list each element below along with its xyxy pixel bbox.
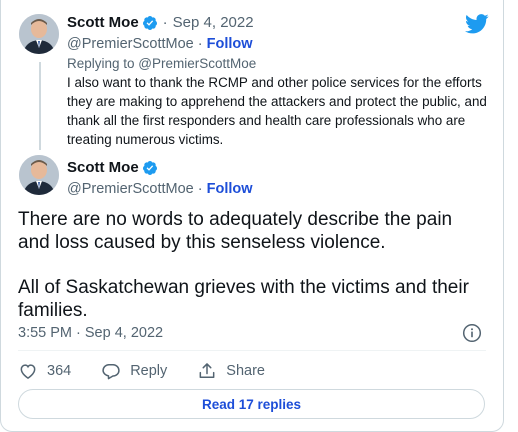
twitter-logo-icon[interactable]: [465, 14, 489, 34]
meta-separator: ·: [162, 14, 168, 31]
share-label: Share: [226, 363, 265, 379]
tweet-timestamp[interactable]: 3:55 PM · Sep 4, 2022: [18, 324, 163, 342]
share-icon: [199, 363, 215, 378]
author-name[interactable]: Scott Moe: [67, 13, 139, 33]
author-handle[interactable]: @PremierScottMoe: [67, 181, 194, 197]
follow-link[interactable]: Follow: [207, 36, 253, 52]
tweet-date[interactable]: Sep 4, 2022: [173, 13, 254, 33]
replying-to-label[interactable]: Replying to @PremierScottMoe: [67, 55, 256, 72]
like-count: 364: [47, 363, 72, 379]
author-name[interactable]: Scott Moe: [67, 158, 139, 178]
action-bar: 364 Reply Share: [18, 360, 295, 382]
reply-icon: [102, 364, 120, 380]
author-handle[interactable]: @PremierScottMoe: [67, 36, 194, 52]
follow-link[interactable]: Follow: [207, 181, 253, 197]
reply-author-row: Scott Moe · Sep 4, 2022: [67, 13, 254, 33]
heart-icon: [20, 364, 36, 379]
divider: [18, 350, 486, 351]
reply-handle-row: @PremierScottMoe · Follow: [67, 35, 253, 53]
info-icon[interactable]: [462, 323, 482, 343]
reply-tweet-text: I also want to thank the RCMP and other …: [67, 75, 487, 147]
like-button[interactable]: 364: [18, 361, 71, 381]
reply-label: Reply: [130, 363, 168, 379]
author-avatar[interactable]: [19, 155, 59, 195]
handle-separator: ·: [193, 36, 207, 52]
tweet-paragraph: There are no words to adequately describ…: [18, 209, 453, 253]
author-avatar[interactable]: [19, 14, 59, 54]
tweet-paragraph: All of Saskatchewan grieves with the vic…: [18, 277, 469, 321]
reply-button[interactable]: Reply: [101, 361, 167, 381]
verified-badge-icon: [142, 160, 158, 176]
handle-separator: ·: [193, 181, 207, 197]
main-tweet-text: There are no words to adequately describ…: [18, 208, 488, 322]
main-handle-row: @PremierScottMoe · Follow: [67, 180, 253, 198]
thread-connector-line: [39, 62, 41, 150]
share-button[interactable]: Share: [197, 361, 265, 381]
read-replies-button[interactable]: Read 17 replies: [18, 389, 485, 419]
main-author-row: Scott Moe: [67, 158, 158, 178]
embedded-tweet-card: Scott Moe · Sep 4, 2022 @PremierScottMoe…: [0, 0, 504, 432]
verified-badge-icon: [142, 15, 158, 31]
